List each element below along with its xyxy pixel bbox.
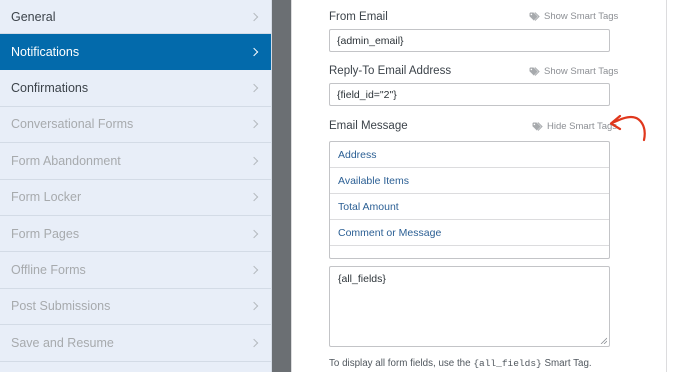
smart-tag-label: Comment or Message (338, 226, 442, 239)
tag-icon (529, 67, 540, 76)
email-message-help: To display all form fields, use the {all… (329, 358, 592, 369)
sidebar-item-save-and-resume[interactable]: Save and Resume (0, 325, 271, 362)
curved-arrow-annotation (609, 114, 646, 142)
smart-tag-label: Total Amount (338, 200, 399, 213)
sidebar-item-label: Save and Resume (11, 335, 114, 350)
sidebar-item-confirmations[interactable]: Confirmations (0, 70, 271, 107)
help-suffix: Smart Tag. (544, 358, 592, 369)
smart-tag-address[interactable]: Address (330, 142, 609, 168)
chevron-right-icon (249, 229, 259, 238)
notification-form: From Email Show Smart Tags {admin_email}… (291, 0, 667, 372)
resize-grip-icon[interactable] (600, 337, 607, 344)
right-margin (667, 0, 680, 372)
sidebar-item-offline-forms[interactable]: Offline Forms (0, 252, 271, 289)
chevron-right-icon (249, 83, 259, 93)
sidebar-item-form-abandonment[interactable]: Form Abandonment (0, 143, 271, 180)
chevron-right-icon (249, 12, 259, 21)
sidebar-item-label: General (11, 9, 56, 24)
smart-tags-label: Show Smart Tags (544, 66, 619, 77)
settings-sidebar: General Notifications Confirmations Conv… (0, 0, 272, 372)
from-email-value: {admin_email} (337, 34, 404, 47)
from-email-input[interactable]: {admin_email} (329, 29, 610, 52)
sidebar-item-label: Form Locker (11, 190, 82, 205)
sidebar-item-form-pages[interactable]: Form Pages (0, 216, 271, 253)
sidebar-item-label: Form Pages (11, 226, 80, 241)
sidebar-item-label: Notifications (11, 44, 80, 59)
show-smart-tags-link[interactable]: Show Smart Tags (529, 11, 618, 22)
sidebar-item-form-locker[interactable]: Form Locker (0, 180, 271, 216)
notification-settings-panel: From Email Show Smart Tags {admin_email}… (291, 0, 667, 372)
smart-tag-available-items[interactable]: Available Items (330, 168, 609, 194)
sidebar-item-label: Offline Forms (11, 263, 86, 278)
email-message-label: Email Message (329, 120, 408, 132)
panel-gutter (272, 0, 291, 372)
help-code: {all_fields} (473, 358, 542, 369)
sidebar-item-post-submissions[interactable]: Post Submissions (0, 289, 271, 326)
sidebar-item-label: Post Submissions (11, 299, 111, 314)
show-smart-tags-link[interactable]: Show Smart Tags (529, 66, 618, 77)
chevron-right-icon (249, 120, 259, 129)
email-message-textarea[interactable]: {all_fields} (329, 266, 610, 347)
smart-tags-list: Address Available Items Total Amount Com… (329, 141, 610, 259)
chevron-right-icon (249, 47, 259, 56)
smart-tag-label: Available Items (338, 174, 410, 187)
sidebar-item-notifications[interactable]: Notifications (0, 34, 271, 71)
help-prefix: To display all form fields, use the (329, 358, 471, 369)
sidebar-item-label: Form Abandonment (11, 153, 121, 168)
reply-to-input[interactable]: {field_id="2"} (329, 83, 610, 106)
tag-icon (532, 122, 543, 131)
reply-to-value: {field_id="2"} (337, 88, 397, 101)
reply-to-label: Reply-To Email Address (329, 65, 452, 77)
smart-tag-label: Address (338, 148, 377, 161)
smart-tag-total-amount[interactable]: Total Amount (330, 194, 609, 220)
email-message-value: {all_fields} (338, 273, 386, 285)
sidebar-item-label: Conversational Forms (11, 117, 134, 132)
chevron-right-icon (249, 338, 259, 348)
chevron-right-icon (249, 156, 259, 166)
from-email-label: From Email (329, 11, 388, 23)
chevron-right-icon (249, 193, 259, 202)
sidebar-item-label: Confirmations (11, 81, 89, 96)
chevron-right-icon (249, 302, 259, 311)
smart-tags-label: Show Smart Tags (544, 11, 619, 22)
smart-tag-comment-or-message[interactable]: Comment or Message (330, 220, 609, 246)
chevron-right-icon (249, 265, 259, 275)
tag-icon (529, 12, 540, 21)
sidebar-item-general[interactable]: General (0, 0, 271, 34)
sidebar-item-conversational-forms[interactable]: Conversational Forms (0, 107, 271, 144)
